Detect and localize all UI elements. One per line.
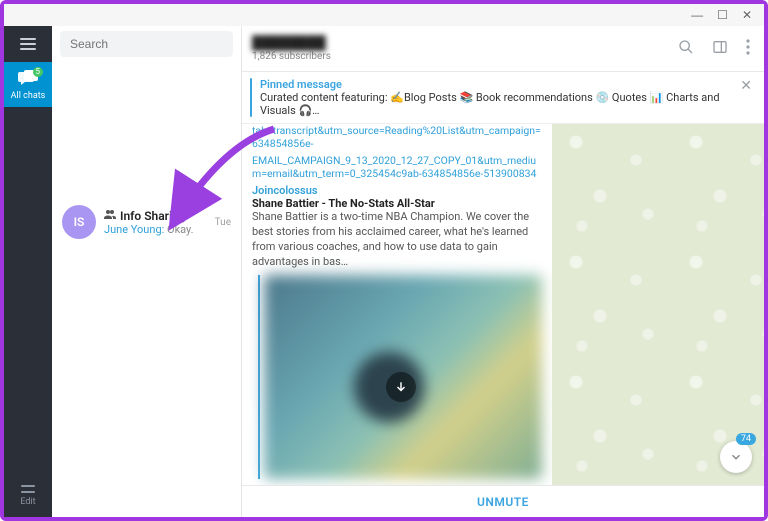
window-minimize[interactable]: — [691, 9, 703, 21]
rail-tab-allchats[interactable]: 5 All chats [4, 62, 52, 107]
link-card-title[interactable]: Shane Battier - The No-Stats All-Star [252, 197, 542, 210]
pinned-label: Pinned message [260, 78, 730, 91]
search-input[interactable] [60, 31, 233, 57]
chat-list-item[interactable]: IS Info Sharing June Young: Okay. Tue [52, 197, 241, 247]
more-icon[interactable] [742, 35, 754, 63]
chat-icon: 5 [18, 70, 38, 88]
close-icon[interactable]: ✕ [738, 78, 754, 94]
sidebar-toggle-icon[interactable] [708, 35, 732, 63]
sliders-icon [20, 483, 36, 495]
link-card-image[interactable] [258, 275, 542, 479]
preview-sender: June Young: [104, 223, 164, 236]
conversation-subscribers: 1,826 subscribers [252, 51, 664, 62]
menu-button[interactable] [4, 26, 52, 62]
unread-badge: 5 [33, 67, 44, 77]
window-maximize[interactable]: ☐ [717, 9, 728, 21]
rail-tab-label: All chats [4, 91, 52, 101]
message-link[interactable]: EMAIL_CAMPAIGN_9_13_2020_12_27_COPY_01&u… [242, 154, 552, 184]
rail-edit-label: Edit [4, 497, 52, 507]
preview-text: Okay. [164, 223, 193, 236]
link-card-desc: Shane Battier is a two-time NBA Champion… [252, 210, 542, 269]
pin-accent-bar [250, 78, 252, 117]
link-card-source: Joincolossus [252, 184, 542, 197]
unread-count-badge: 74 [736, 433, 756, 445]
group-icon [104, 209, 116, 222]
conversation-title[interactable]: ████████ [252, 35, 664, 51]
pinned-text: Curated content featuring: ✍️Blog Posts … [260, 91, 730, 117]
unmute-button[interactable]: UNMUTE [242, 485, 764, 517]
avatar: IS [62, 205, 96, 239]
window-close[interactable]: ✕ [742, 9, 752, 21]
conversation-pane: ████████ 1,826 subscribers Pinned messag… [242, 26, 764, 517]
chat-time: Tue [215, 217, 231, 228]
chat-list-pane: IS Info Sharing June Young: Okay. Tue [52, 26, 242, 517]
chat-background: 74 [552, 124, 764, 485]
nav-rail: 5 All chats Edit [4, 26, 52, 517]
chat-name: Info Sharing [120, 209, 186, 223]
message-link[interactable]: tab=transcript&utm_source=Reading%20List… [242, 124, 552, 154]
search-icon[interactable] [674, 35, 698, 63]
rail-edit-button[interactable]: Edit [4, 475, 52, 517]
pinned-message[interactable]: Pinned message Curated content featuring… [242, 72, 764, 124]
download-icon[interactable] [386, 372, 416, 402]
scroll-to-bottom-button[interactable]: 74 [720, 441, 752, 473]
